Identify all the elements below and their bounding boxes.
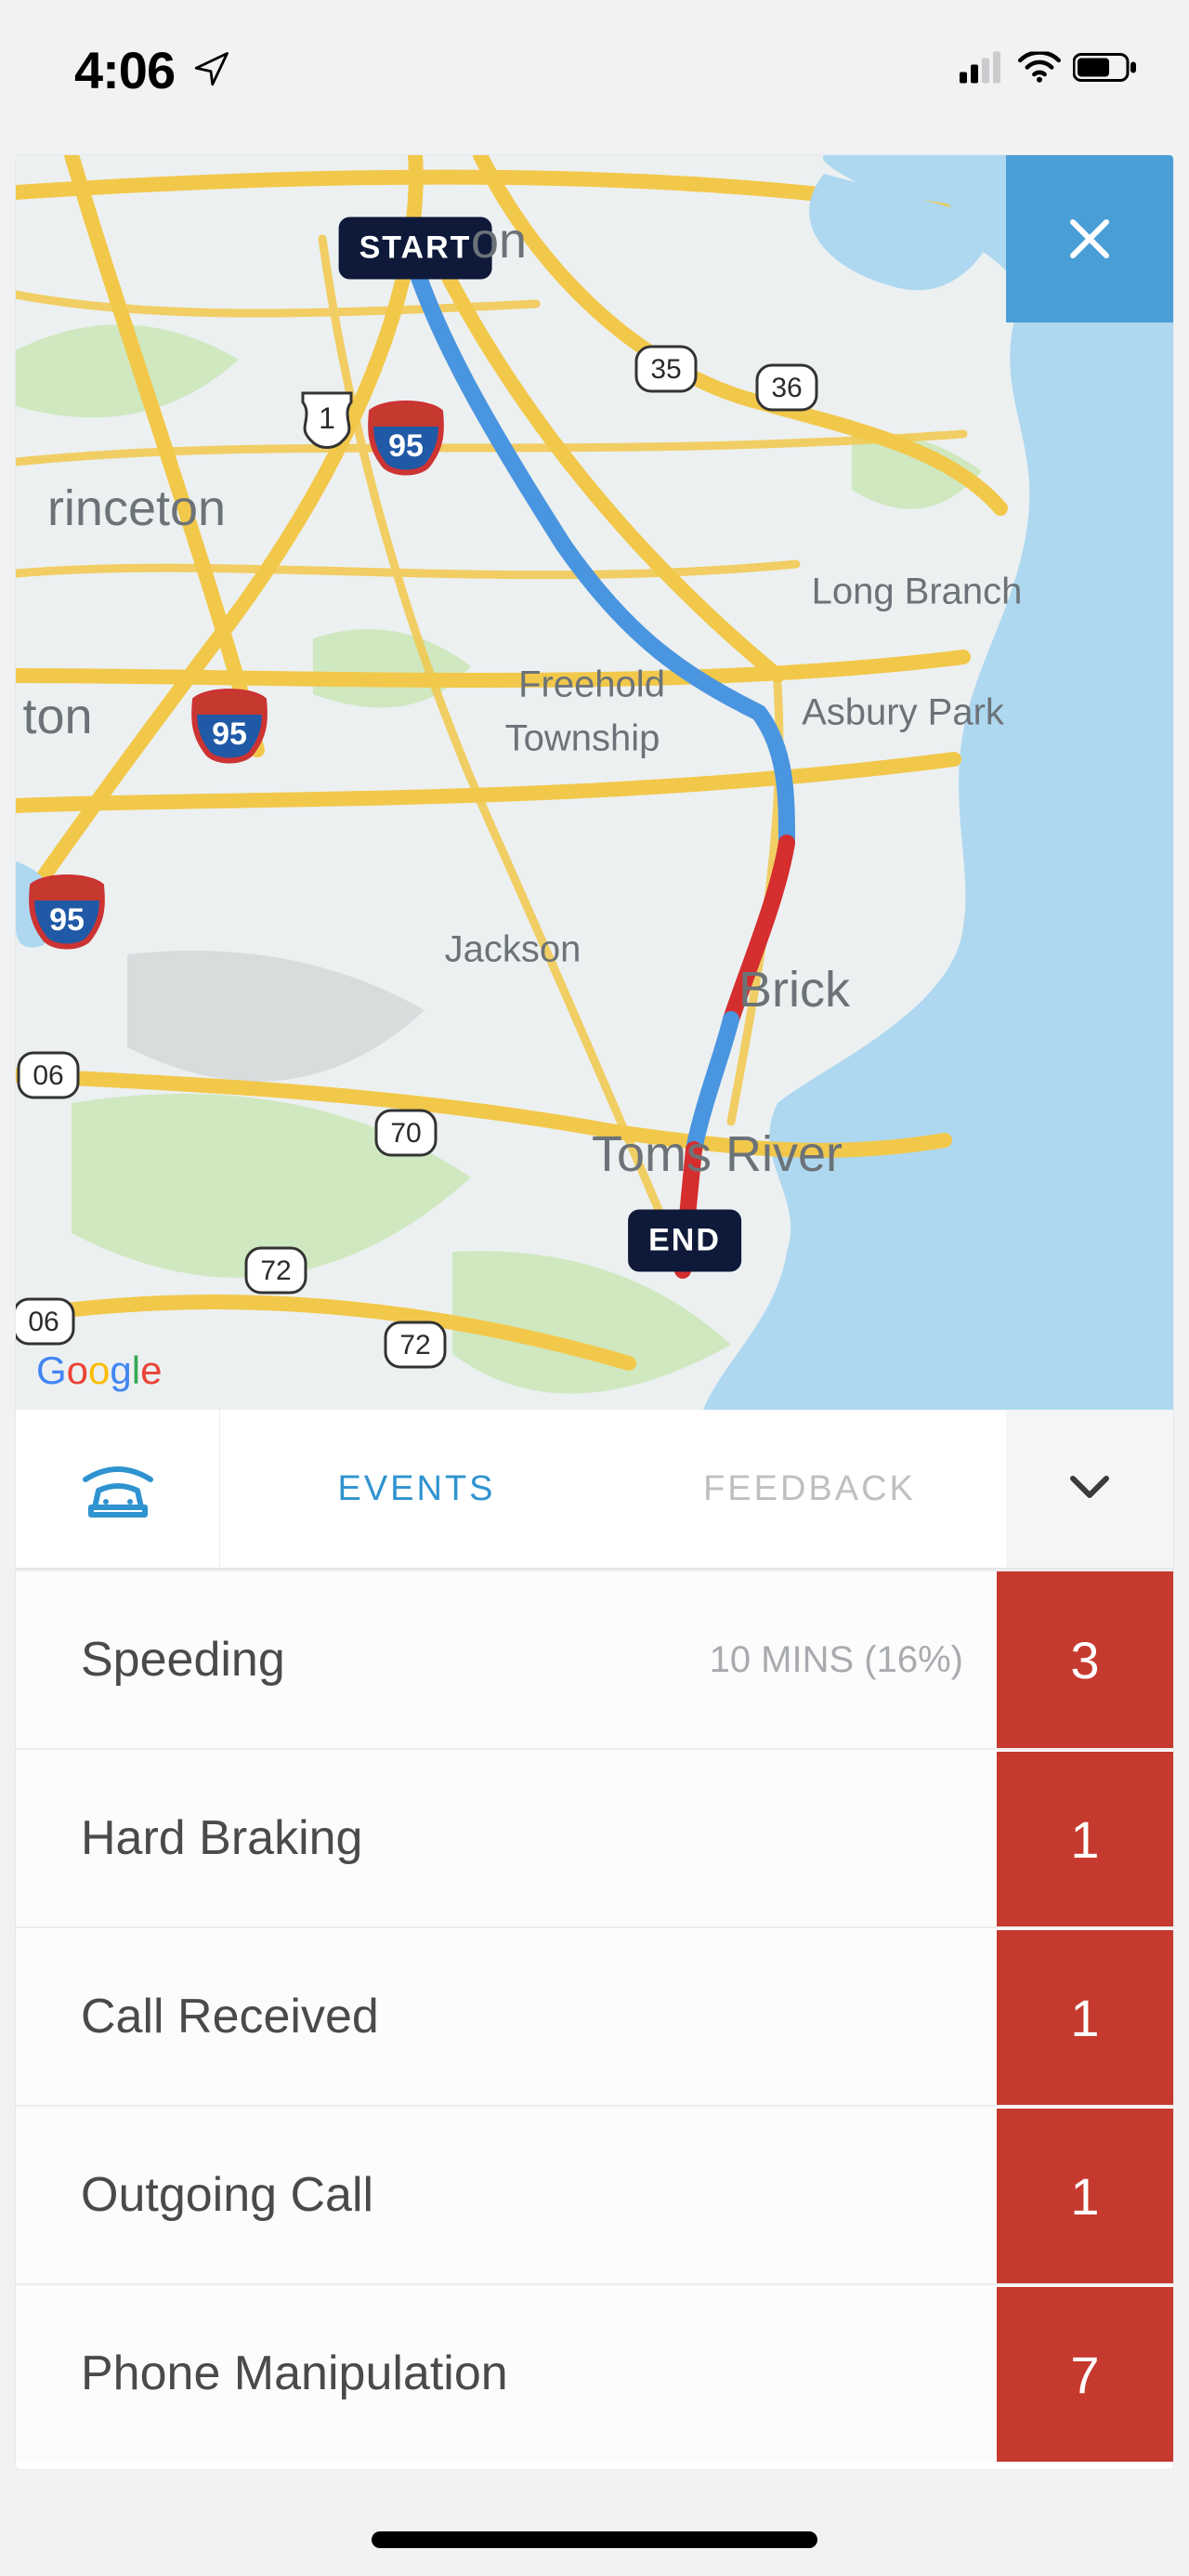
svg-text:95: 95	[212, 716, 247, 752]
status-right	[960, 52, 1138, 88]
status-time: 4:06	[74, 40, 175, 100]
state-route-35-shield: 35	[634, 344, 699, 394]
tab-bar: EVENTS FEEDBACK	[16, 1410, 1173, 1570]
trip-card: START END rinceton ton on Long Branch Fr…	[16, 155, 1173, 2469]
state-route-70-shield: 70	[373, 1108, 438, 1158]
event-row-hard-braking[interactable]: Hard Braking 1	[16, 1748, 1173, 1926]
chevron-down-icon	[1067, 1473, 1112, 1505]
event-count: 7	[997, 2285, 1173, 2462]
event-label: Speeding	[81, 1632, 285, 1688]
us-route-1-shield: 1	[299, 389, 355, 451]
event-label: Hard Braking	[81, 1810, 362, 1866]
svg-text:1: 1	[319, 401, 335, 435]
event-row-speeding[interactable]: Speeding 10 MINS (16%) 3	[16, 1570, 1173, 1748]
event-label: Call Received	[81, 1989, 379, 2044]
event-label: Phone Manipulation	[81, 2346, 508, 2401]
wifi-icon	[1017, 52, 1062, 88]
event-count: 3	[997, 1571, 1173, 1748]
interstate-95-shield-2: 95	[189, 687, 269, 767]
location-services-icon	[191, 50, 230, 89]
svg-text:06: 06	[33, 1060, 63, 1091]
svg-text:72: 72	[260, 1255, 291, 1286]
state-route-36-shield: 36	[754, 362, 819, 413]
state-route-06-shield: 06	[16, 1050, 81, 1100]
svg-text:95: 95	[49, 902, 85, 938]
event-count: 1	[997, 1750, 1173, 1926]
tab-feedback[interactable]: FEEDBACK	[613, 1410, 1006, 1568]
event-count: 1	[997, 2107, 1173, 2283]
event-row-phone-manipulation[interactable]: Phone Manipulation 7	[16, 2283, 1173, 2462]
svg-text:70: 70	[390, 1118, 421, 1149]
car-icon	[78, 1453, 158, 1525]
tab-vehicle[interactable]	[16, 1410, 220, 1568]
svg-text:95: 95	[388, 428, 424, 464]
state-route-72-shield-2: 72	[383, 1320, 448, 1370]
close-icon	[1062, 211, 1117, 267]
collapse-button[interactable]	[1006, 1410, 1173, 1568]
svg-text:72: 72	[399, 1330, 430, 1360]
battery-icon	[1073, 52, 1138, 88]
home-indicator[interactable]	[372, 2531, 817, 2548]
event-count: 1	[997, 1928, 1173, 2105]
route-end-marker[interactable]: END	[628, 1210, 741, 1272]
svg-text:35: 35	[650, 354, 681, 385]
cellular-signal-icon	[960, 52, 1006, 88]
svg-text:06: 06	[28, 1307, 59, 1337]
state-route-72-shield: 72	[243, 1245, 308, 1295]
svg-text:36: 36	[771, 373, 802, 403]
status-bar: 4:06	[0, 0, 1189, 139]
tab-events[interactable]: EVENTS	[220, 1410, 613, 1568]
event-detail: 10 MINS (16%)	[285, 1639, 997, 1681]
event-row-call-received[interactable]: Call Received 1	[16, 1926, 1173, 2105]
map-canvas	[16, 155, 1173, 1410]
events-list: Speeding 10 MINS (16%) 3 Hard Braking 1 …	[16, 1570, 1173, 2469]
event-label: Outgoing Call	[81, 2167, 373, 2223]
interstate-95-shield-3: 95	[27, 873, 107, 953]
trip-map[interactable]: START END rinceton ton on Long Branch Fr…	[16, 155, 1173, 1410]
close-button[interactable]	[1006, 155, 1173, 322]
state-route-06-shield-2: 06	[16, 1296, 76, 1347]
route-start-marker[interactable]: START	[339, 217, 492, 280]
event-row-outgoing-call[interactable]: Outgoing Call 1	[16, 2105, 1173, 2283]
interstate-95-shield: 95	[366, 399, 446, 479]
